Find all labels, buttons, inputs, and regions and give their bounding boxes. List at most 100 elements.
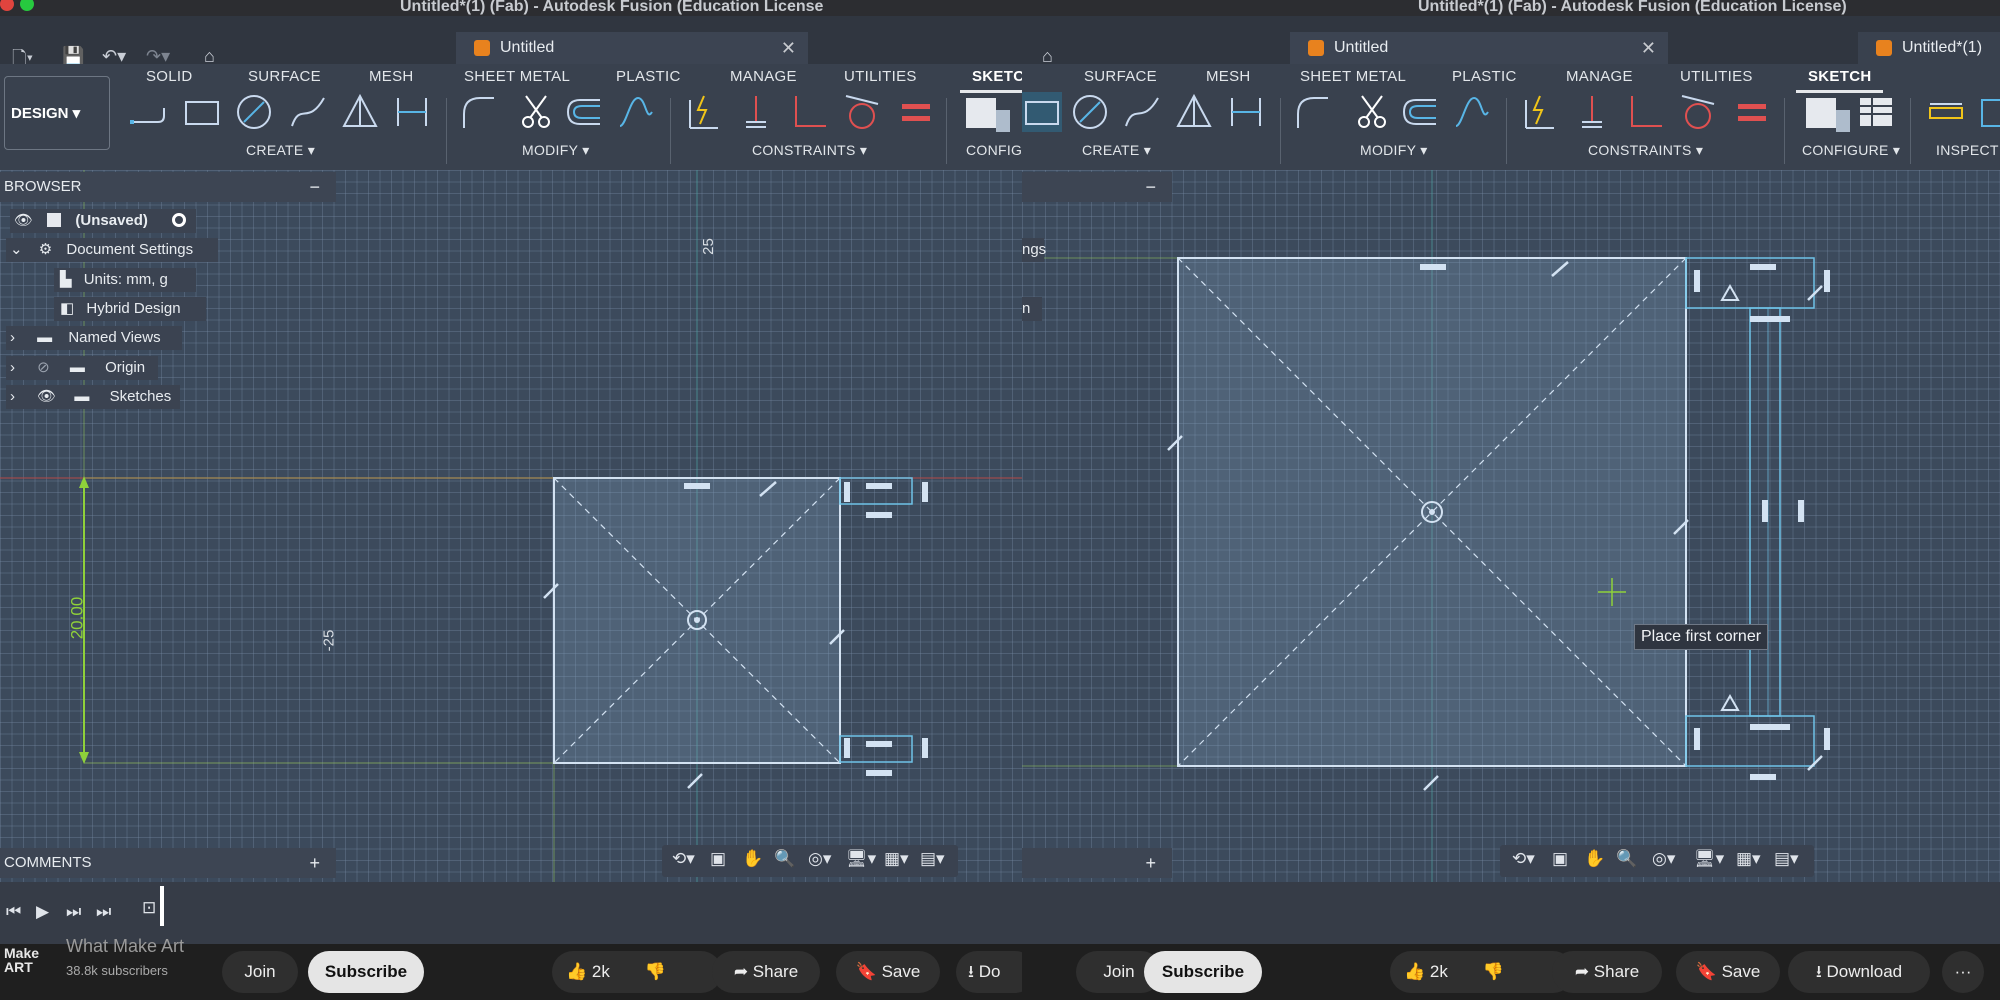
hidden-eye-icon[interactable]: ⊘ <box>37 359 50 376</box>
group-constraints[interactable]: CONSTRAINTS ▾ <box>1588 142 1703 159</box>
tree-item-units[interactable]: ▙ Units: mm, g <box>54 268 196 292</box>
tab-manage[interactable]: MANAGE <box>730 68 797 85</box>
chevron-right-icon[interactable]: › <box>10 329 15 346</box>
pan-icon[interactable]: ✋ <box>742 849 763 869</box>
like-button[interactable]: 👍 2k <box>1404 962 1448 981</box>
viewports-icon[interactable]: ▤▾ <box>1774 849 1799 869</box>
timeline-sketch-marker-icon[interactable]: ⊡ <box>142 898 156 918</box>
tab-utilities[interactable]: UTILITIES <box>844 68 917 85</box>
dislike-button[interactable]: 👎 <box>1483 962 1504 981</box>
trim-icon[interactable] <box>516 92 556 132</box>
timeline-playhead[interactable] <box>160 886 164 926</box>
fix-constraint-icon[interactable] <box>1518 92 1558 132</box>
tree-item-sketches[interactable]: › 👁 ▬ Sketches <box>6 385 180 409</box>
add-comment-icon[interactable]: + <box>1145 848 1156 878</box>
grid-icon[interactable]: ▦▾ <box>1736 849 1761 869</box>
browser-panel-header[interactable]: BROWSER − <box>0 172 336 202</box>
project-icon[interactable] <box>616 92 656 132</box>
doc-tab-untitled[interactable]: Untitled ✕ <box>1290 32 1668 64</box>
group-create[interactable]: CREATE ▾ <box>1082 142 1151 159</box>
tab-manage[interactable]: MANAGE <box>1566 68 1633 85</box>
save-button[interactable]: 🔖 Save <box>1676 951 1780 993</box>
tab-plastic[interactable]: PLASTIC <box>616 68 681 85</box>
browser-panel-header[interactable]: − <box>1022 172 1172 202</box>
tree-item-named-views[interactable]: › ▬ Named Views <box>6 326 182 350</box>
play-icon[interactable]: ▶ <box>36 902 49 922</box>
spline-icon[interactable] <box>288 92 328 132</box>
perpendicular-icon[interactable] <box>1626 92 1666 132</box>
group-modify[interactable]: MODIFY ▾ <box>522 142 590 159</box>
dimension-label-top[interactable]: 25 <box>700 238 717 255</box>
dimension-icon[interactable] <box>1226 92 1266 132</box>
tab-sketch[interactable]: SKETCH <box>1795 68 1885 93</box>
workspace-switcher[interactable]: DESIGN ▾ <box>4 76 110 150</box>
tab-surface[interactable]: SURFACE <box>248 68 321 85</box>
collapse-icon[interactable]: − <box>1145 172 1156 202</box>
go-to-start-icon[interactable]: ⏮ <box>6 902 21 922</box>
viewports-icon[interactable]: ▤▾ <box>920 849 945 869</box>
group-modify[interactable]: MODIFY ▾ <box>1360 142 1428 159</box>
equal-icon[interactable] <box>896 92 936 132</box>
tree-item-document-settings[interactable]: ⌄ ⚙ Document Settings <box>6 238 218 262</box>
look-at-icon[interactable]: ▣ <box>1552 849 1568 869</box>
comments-panel-header[interactable]: COMMENTS + <box>0 848 336 878</box>
doc-tab-untitled[interactable]: Untitled ✕ <box>456 32 808 64</box>
channel-name[interactable]: What Make Art <box>66 936 184 957</box>
chevron-right-icon[interactable]: › <box>10 359 15 376</box>
orbit-icon[interactable]: ⟲▾ <box>1512 849 1535 869</box>
grid-icon[interactable]: ▦▾ <box>884 849 909 869</box>
rectangle-icon[interactable] <box>1022 92 1062 132</box>
group-create[interactable]: CREATE ▾ <box>246 142 315 159</box>
subscribe-button[interactable]: Subscribe <box>1144 951 1262 993</box>
fillet-icon[interactable] <box>1292 92 1332 132</box>
tree-item-partial[interactable]: n <box>1022 297 1042 321</box>
tab-sheet-metal[interactable]: SHEET METAL <box>464 68 570 85</box>
dimension-height-label[interactable]: 20.00 <box>67 597 87 640</box>
share-button[interactable]: ➦ Share <box>1552 951 1662 993</box>
collapse-icon[interactable]: − <box>309 172 320 202</box>
dimension-icon[interactable] <box>392 92 432 132</box>
triangle-icon[interactable] <box>340 92 380 132</box>
go-to-end-icon[interactable]: ⏭ <box>96 902 111 922</box>
design-canvas[interactable]: Place first corner <box>1022 170 2000 882</box>
share-button[interactable]: ➦ Share <box>712 951 820 993</box>
group-configure[interactable]: CONFIG <box>966 142 1022 158</box>
fillet-icon[interactable] <box>458 92 498 132</box>
line-icon[interactable] <box>128 92 168 132</box>
rectangle-icon[interactable] <box>182 92 222 132</box>
triangle-icon[interactable] <box>1174 92 1214 132</box>
tab-plastic[interactable]: PLASTIC <box>1452 68 1517 85</box>
tab-sheet-metal[interactable]: SHEET METAL <box>1300 68 1406 85</box>
subscribe-button[interactable]: Subscribe <box>308 951 424 993</box>
measure-icon[interactable] <box>1926 92 1966 132</box>
display-settings-icon[interactable]: 🖥▾ <box>1694 849 1724 869</box>
tab-mesh[interactable]: MESH <box>369 68 414 85</box>
eye-icon[interactable]: 👁 <box>37 388 56 405</box>
tree-item-origin[interactable]: › ⊘ ▬ Origin <box>6 356 158 380</box>
browser-root[interactable]: 👁 (Unsaved) <box>10 209 196 233</box>
zoom-icon[interactable]: 🔍 <box>774 849 795 869</box>
spline-icon[interactable] <box>1122 92 1162 132</box>
tree-item-partial[interactable]: ngs <box>1022 238 1046 262</box>
tangent-icon[interactable] <box>842 92 882 132</box>
dimension-label-side[interactable]: -25 <box>320 630 337 652</box>
group-configure[interactable]: CONFIGURE ▾ <box>1802 142 1900 159</box>
eye-icon[interactable]: 👁 <box>14 212 33 229</box>
download-button[interactable]: ⭳ Download <box>1788 951 1930 993</box>
interference-icon[interactable] <box>1978 92 2000 132</box>
tangent-icon[interactable] <box>1678 92 1718 132</box>
tab-sketch[interactable]: SKETCH <box>959 68 1022 93</box>
add-comment-icon[interactable]: + <box>309 848 320 878</box>
orbit-icon[interactable]: ⟲▾ <box>672 849 695 869</box>
download-button[interactable]: ⭳ Do <box>956 951 1022 993</box>
configure-icon[interactable] <box>1800 92 1850 132</box>
zoom-icon[interactable]: 🔍 <box>1616 849 1637 869</box>
offset-icon[interactable] <box>1400 92 1440 132</box>
project-icon[interactable] <box>1452 92 1492 132</box>
perpendicular-icon[interactable] <box>790 92 830 132</box>
coincident-icon[interactable] <box>1572 92 1612 132</box>
step-forward-icon[interactable]: ⏭ <box>66 902 81 922</box>
circle-icon[interactable] <box>234 92 274 132</box>
more-actions-button[interactable]: ··· <box>1942 951 1984 993</box>
equal-icon[interactable] <box>1732 92 1772 132</box>
